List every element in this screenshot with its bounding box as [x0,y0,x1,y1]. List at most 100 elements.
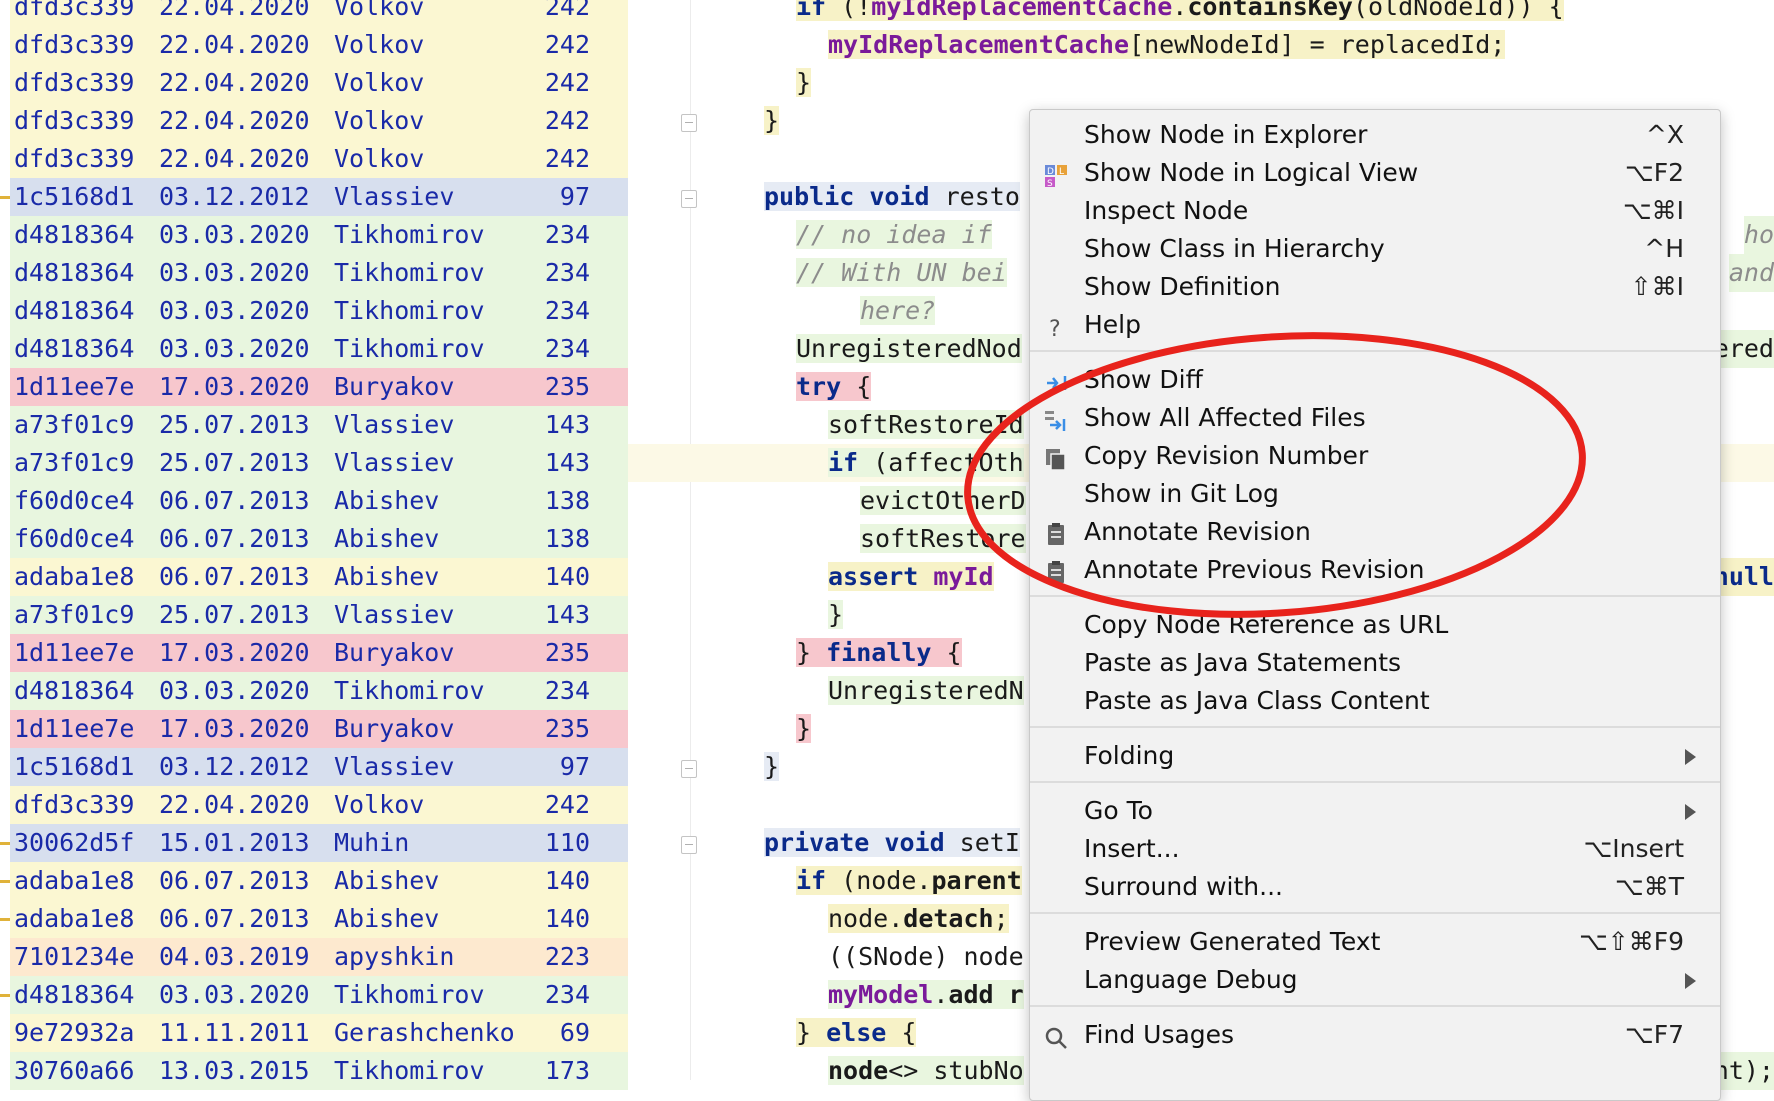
menu-item-shortcut: ⌥F7 [1624,1020,1684,1049]
annotation-row[interactable]: dfd3c339 22.04.2020 Volkov 242 [10,26,628,64]
annotation-author: Vlassiev [334,752,455,781]
menu-item-find-usages[interactable]: Find Usages ⌥F7 [1030,1016,1720,1054]
menu-item-show-definition[interactable]: Show Definition ⇧⌘I [1030,268,1720,306]
code-line-content: } [796,68,812,97]
code-line-content: if (node.parent [796,866,1022,895]
annotation-date: 03.12.2012 [159,752,310,781]
annotation-row[interactable]: adaba1e8 06.07.2013 Abishev 140 [10,862,628,900]
annotation-row[interactable]: dfd3c339 22.04.2020 Volkov 242 [10,64,628,102]
annotation-row[interactable]: adaba1e8 06.07.2013 Abishev 140 [10,558,628,596]
annotation-row[interactable]: a73f01c9 25.07.2013 Vlassiev 143 [10,444,628,482]
annotation-row[interactable]: f60d0ce4 06.07.2013 Abishev 138 [10,482,628,520]
code-line-content: } [764,106,780,135]
code-token: ((SNode) node [828,942,1024,971]
menu-item-shortcut: ⌥⌘I [1622,196,1684,225]
menu-item-show-node-in-explorer[interactable]: Show Node in Explorer ^X [1030,116,1720,154]
annotation-author: Abishev [334,524,440,553]
annotation-row[interactable]: a73f01c9 25.07.2013 Vlassiev 143 [10,596,628,634]
menu-item-show-node-in-logical-view[interactable]: D L S Show Node in Logical View ⌥F2 [1030,154,1720,192]
menu-item-label: Find Usages [1084,1020,1235,1049]
annotation-row[interactable]: dfd3c339 22.04.2020 Volkov 242 [10,786,628,824]
menu-item-go-to[interactable]: Go To [1030,792,1720,830]
annotation-row[interactable]: d4818364 03.03.2020 Tikhomirov 234 [10,254,628,292]
code-line: here? [860,292,936,330]
annotation-row[interactable]: dfd3c339 22.04.2020 Volkov 242 [10,0,628,26]
annotation-author: Tikhomirov [334,220,485,249]
code-line-content: node<> stubNo [828,1056,1024,1085]
annotation-row[interactable]: 30062d5f 15.01.2013 Muhin 110 [10,824,628,862]
annotation-author: Abishev [334,486,440,515]
annotation-row[interactable]: 1c5168d1 03.12.2012 Vlassiev 97 [10,178,628,216]
annotation-row[interactable]: d4818364 03.03.2020 Tikhomirov 234 [10,216,628,254]
menu-item-label: Folding [1084,741,1175,770]
annotation-row[interactable]: 9e72932a 11.11.2011 Gerashchenko 69 [10,1014,628,1052]
menu-item-paste-as-java-statements[interactable]: Paste as Java Statements [1030,644,1720,682]
annotation-row[interactable]: f60d0ce4 06.07.2013 Abishev 138 [10,520,628,558]
menu-item-label: Show Node in Explorer [1084,120,1368,149]
annotation-line: 242 [544,0,590,21]
annotation-hash: d4818364 [14,676,135,705]
annotation-hash: adaba1e8 [14,904,135,933]
code-token: node [828,1056,889,1085]
annotation-author: Abishev [334,562,440,591]
annotation-row[interactable]: 1d11ee7e 17.03.2020 Buryakov 235 [10,368,628,406]
menu-separator [1030,726,1720,728]
annotation-row[interactable]: a73f01c9 25.07.2013 Vlassiev 143 [10,406,628,444]
annotation-line: 242 [544,68,590,97]
menu-item-show-class-in-hierarchy[interactable]: Show Class in Hierarchy ^H [1030,230,1720,268]
annotation-hash: a73f01c9 [14,410,135,439]
annotation-row[interactable]: d4818364 03.03.2020 Tikhomirov 234 [10,976,628,1014]
annotation-row[interactable]: 1d11ee7e 17.03.2020 Buryakov 235 [10,634,628,672]
annotation-row[interactable]: d4818364 03.03.2020 Tikhomirov 234 [10,672,628,710]
annotation-row[interactable]: 7101234e 04.03.2019 apyshkin 223 [10,938,628,976]
fold-icon[interactable] [681,836,697,854]
change-marker [0,994,10,997]
menu-item-paste-as-java-class-content[interactable]: Paste as Java Class Content [1030,682,1720,720]
annotation-row[interactable]: 1c5168d1 03.12.2012 Vlassiev 97 [10,748,628,786]
annotation-hash: d4818364 [14,258,135,287]
annotation-hash: f60d0ce4 [14,524,135,553]
menu-item-label: Insert... [1084,834,1180,863]
annotation-author: Volkov [334,144,425,173]
fold-icon[interactable] [681,190,697,208]
annotation-line: 97 [559,182,590,211]
code-line: } else { [796,1014,917,1052]
annotation-row[interactable]: d4818364 03.03.2020 Tikhomirov 234 [10,292,628,330]
annotation-row[interactable]: 30760a66 13.03.2015 Tikhomirov 173 [10,1052,628,1090]
menu-item-inspect-node[interactable]: Inspect Node ⌥⌘I [1030,192,1720,230]
annotation-line: 138 [544,486,590,515]
code-line-content: } finally { [796,638,962,667]
annotation-row[interactable]: adaba1e8 06.07.2013 Abishev 140 [10,900,628,938]
annotation-hash: 1c5168d1 [14,182,135,211]
code-line-tail: and [1728,254,1774,292]
code-token: public void [764,182,945,211]
code-line: if (node.parent [796,862,1022,900]
fold-icon[interactable] [681,114,697,132]
code-token: } [796,714,812,743]
annotation-row[interactable]: dfd3c339 22.04.2020 Volkov 242 [10,102,628,140]
annotation-hash: dfd3c339 [14,30,135,59]
code-token: assert [828,562,934,591]
menu-item-language-debug[interactable]: Language Debug [1030,961,1720,999]
annotation-date: 25.07.2013 [159,448,310,477]
fold-icon[interactable] [681,760,697,778]
annotation-row[interactable]: d4818364 03.03.2020 Tikhomirov 234 [10,330,628,368]
menu-item-preview-generated-text[interactable]: Preview Generated Text ⌥⇧⌘F9 [1030,923,1720,961]
annotation-row[interactable]: dfd3c339 22.04.2020 Volkov 242 [10,140,628,178]
menu-item-shortcut: ⌥F2 [1624,158,1684,187]
annotation-row[interactable]: 1d11ee7e 17.03.2020 Buryakov 235 [10,710,628,748]
annotation-hash: d4818364 [14,334,135,363]
code-token: UnregisteredN [828,676,1024,705]
annotation-gutter: dfd3c339 22.04.2020 Volkov 242 dfd3c339 22.04… [0,0,628,1090]
code-token: add r [948,980,1024,1009]
code-token: myModel [828,980,934,1009]
annotation-date: 04.03.2019 [159,942,310,971]
menu-item-surround-with[interactable]: Surround with... ⌥⌘T [1030,868,1720,906]
menu-item-insert[interactable]: Insert... ⌥Insert [1030,830,1720,868]
code-token: setI [959,828,1020,857]
code-token: resto [944,182,1020,211]
annotation-date: 06.07.2013 [159,486,310,515]
code-line: try { [796,368,872,406]
menu-item-folding[interactable]: Folding [1030,737,1720,775]
change-marker [0,842,10,845]
